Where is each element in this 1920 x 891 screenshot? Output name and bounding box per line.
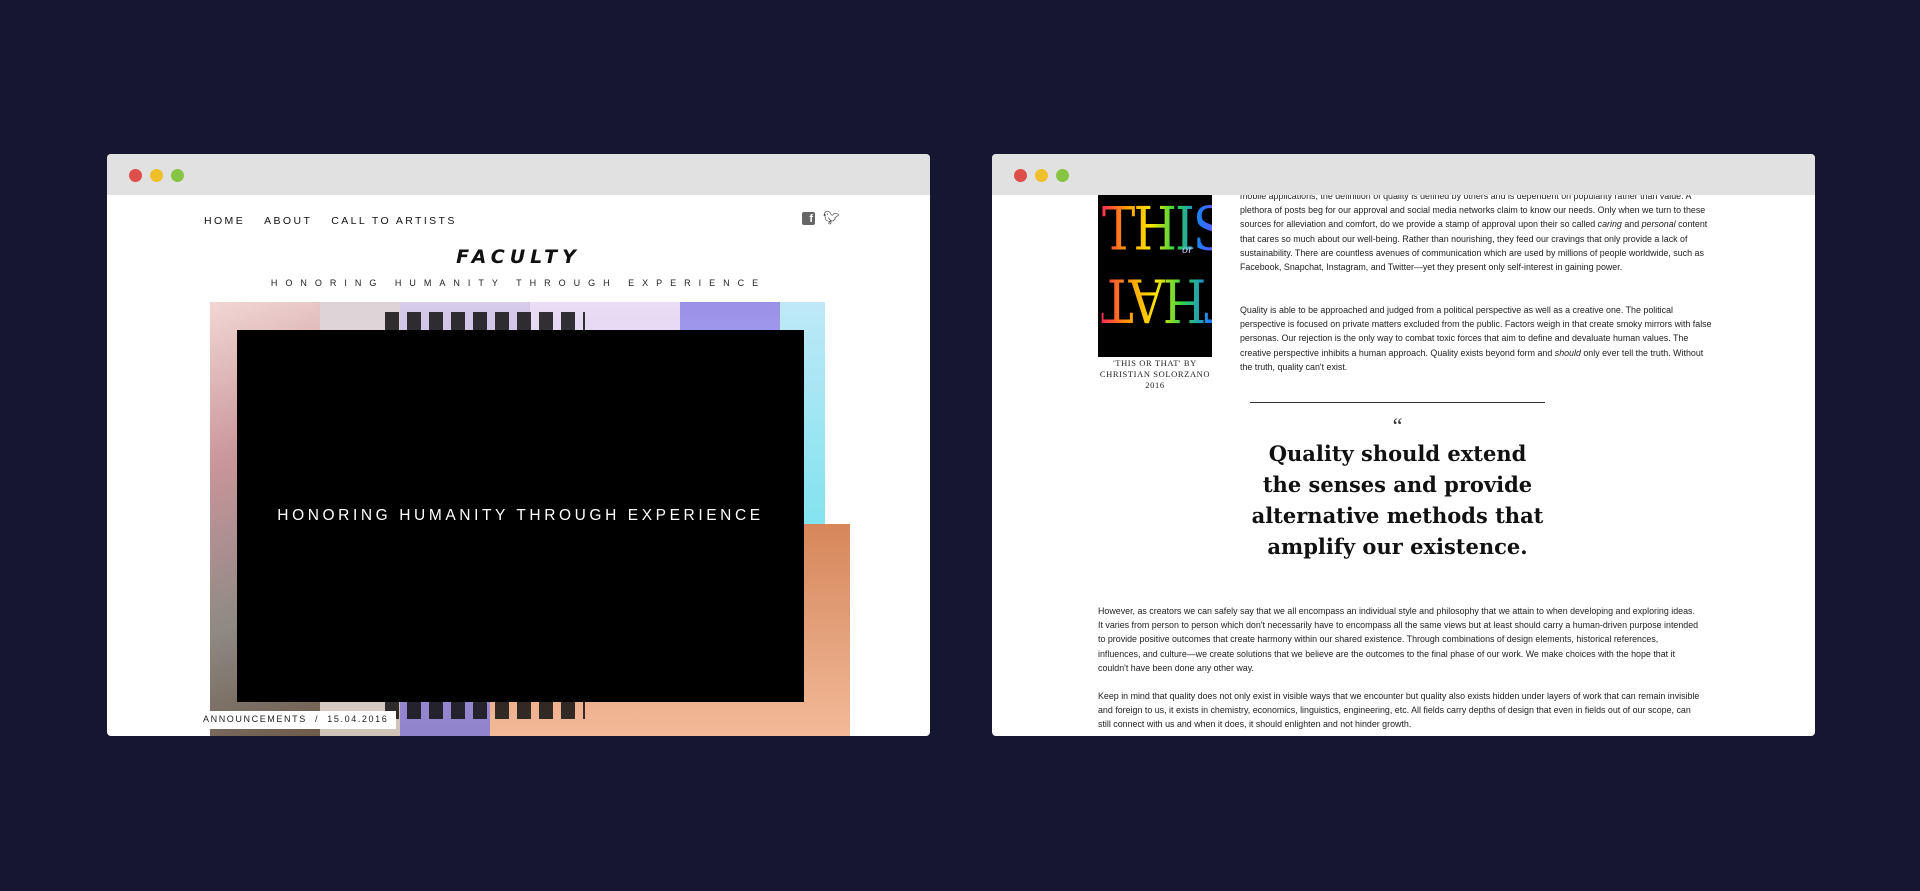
close-window-button[interactable] [1014, 169, 1027, 182]
minimize-window-button[interactable] [1035, 169, 1048, 182]
window-titlebar [992, 154, 1815, 195]
article-page: THIS or THAT 'THIS OR THAT' BY CHRISTIAN… [992, 195, 1815, 736]
article-paragraph: However, as creators we can safely say t… [1098, 606, 1699, 673]
minimize-window-button[interactable] [150, 169, 163, 182]
site-logo[interactable]: FACULTY [107, 246, 930, 268]
article-paragraph: mobile applications, the definition of q… [1240, 195, 1708, 273]
this-or-that-artwork: THIS or THAT [1098, 195, 1212, 357]
quote-mark-icon: “ [1392, 413, 1403, 438]
article-paragraph: Quality is able to be approached and jud… [1240, 305, 1712, 372]
nav-home-link[interactable]: HOME [204, 215, 245, 227]
twitter-icon[interactable]: 🐦︎ [823, 211, 840, 225]
social-links: f 🐦︎ [802, 211, 840, 225]
artwork-word-or: or [1182, 245, 1193, 256]
site-tagline: HONORING HUMANITY THROUGH EXPERIENCE [270, 278, 767, 288]
close-window-button[interactable] [129, 169, 142, 182]
artwork-word-top: THIS [1102, 195, 1212, 265]
pull-quote: Quality should extend the senses and pro… [1251, 441, 1544, 559]
pull-quote-divider [1250, 402, 1545, 403]
hero-overlay[interactable]: HONORING HUMANITY THROUGH EXPERIENCE [237, 330, 804, 702]
main-nav: HOME ABOUT CALL TO ARTISTS [204, 215, 457, 227]
faculty-homepage: HOME ABOUT CALL TO ARTISTS f 🐦︎ FACULTY … [107, 195, 930, 736]
post-meta[interactable]: ANNOUNCEMENTS / 15.04.2016 [195, 711, 397, 729]
facebook-icon[interactable]: f [802, 211, 815, 225]
window-titlebar [107, 154, 930, 195]
hero-overlay-text: HONORING HUMANITY THROUGH EXPERIENCE [277, 507, 764, 524]
maximize-window-button[interactable] [1056, 169, 1069, 182]
artwork-caption: 'THIS OR THAT' BY CHRISTIAN SOLORZANO 20… [1099, 358, 1211, 390]
nav-about-link[interactable]: ABOUT [264, 215, 312, 227]
article-paragraph: Keep in mind that quality does not only … [1098, 691, 1700, 730]
browser-window-right: THIS or THAT 'THIS OR THAT' BY CHRISTIAN… [992, 154, 1815, 736]
browser-window-left: HOME ABOUT CALL TO ARTISTS f 🐦︎ FACULTY … [107, 154, 930, 736]
artwork-word-bottom: THAT [1102, 264, 1212, 336]
maximize-window-button[interactable] [171, 169, 184, 182]
nav-call-to-artists-link[interactable]: CALL TO ARTISTS [331, 215, 456, 227]
